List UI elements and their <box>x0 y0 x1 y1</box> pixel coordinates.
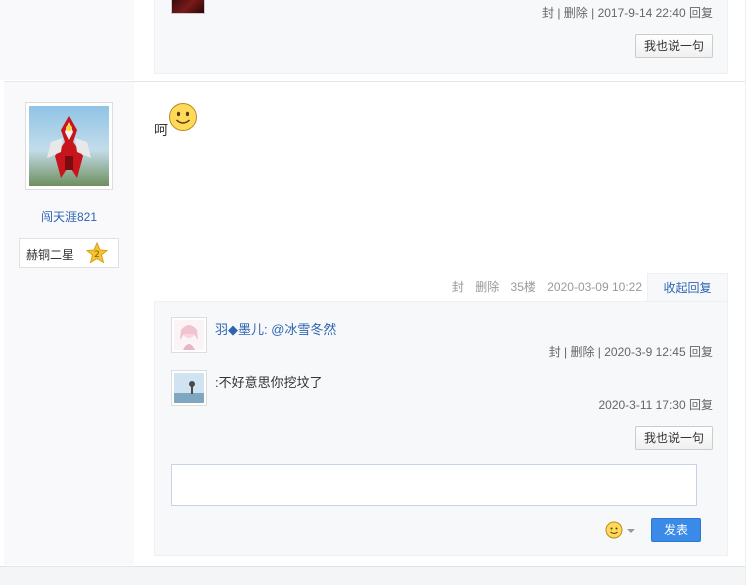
reply-item: :不好意思你挖坟了 <box>215 372 323 391</box>
reply-panel: 羽◆墨儿: @冰雪冬然 封 | 删除 | 2020-3-9 12:45 回复 :… <box>154 301 728 556</box>
reply-avatar[interactable] <box>171 370 207 406</box>
previous-floor-sidebar <box>0 0 134 80</box>
reply-avatar-image <box>174 320 204 350</box>
collapse-replies-button[interactable]: 收起回复 <box>647 273 728 302</box>
star-level-number: 2 <box>94 250 100 260</box>
floor-number: 35楼 <box>510 280 536 294</box>
author-sidebar: 闯天涯821 赫铜二星 2 <box>4 82 134 565</box>
author-username[interactable]: 闯天涯821 <box>4 208 134 225</box>
previous-reply-avatar[interactable] <box>171 0 205 14</box>
delete-link[interactable]: 删除 <box>475 280 499 294</box>
smiley-emoji-icon <box>169 103 197 131</box>
reply-text[interactable]: : @冰雪冬然 <box>264 322 336 337</box>
avatar[interactable] <box>25 102 113 190</box>
emoji-picker-icon[interactable] <box>605 520 639 540</box>
post-footer: 封 删除 35楼 2020-03-09 10:22 <box>444 278 642 295</box>
previous-say-button[interactable]: 我也说一句 <box>635 34 713 58</box>
reply-meta[interactable]: 2020-3-11 17:30 回复 <box>598 396 713 413</box>
reply-input[interactable] <box>171 464 697 506</box>
reply-avatar-image <box>174 373 204 403</box>
reply-author[interactable]: 羽◆墨儿 <box>215 322 264 337</box>
post-text: 呵 <box>154 122 168 138</box>
rank-title: 赫铜二星 <box>26 248 75 262</box>
seal-link[interactable]: 封 <box>452 280 464 294</box>
reply-text: :不好意思你挖坟了 <box>215 375 323 390</box>
reply-meta[interactable]: 封 | 删除 | 2020-3-9 12:45 回复 <box>549 343 713 360</box>
avatar-image <box>47 116 91 178</box>
reply-avatar[interactable] <box>171 317 207 353</box>
next-floor-divider <box>0 566 748 585</box>
reply-item: 羽◆墨儿: @冰雪冬然 <box>215 319 336 338</box>
post-time: 2020-03-09 10:22 <box>547 280 642 294</box>
previous-reply-meta[interactable]: 封 | 删除 | 2017-9-14 22:40 回复 <box>542 4 713 21</box>
previous-floor-reply-panel: 封 | 删除 | 2017-9-14 22:40 回复 我也说一句 <box>154 0 728 74</box>
star-level-icon: 2 <box>86 242 108 264</box>
submit-button[interactable]: 发表 <box>651 518 701 542</box>
rank-badge[interactable]: 赫铜二星 2 <box>19 238 119 268</box>
say-button[interactable]: 我也说一句 <box>635 426 713 450</box>
